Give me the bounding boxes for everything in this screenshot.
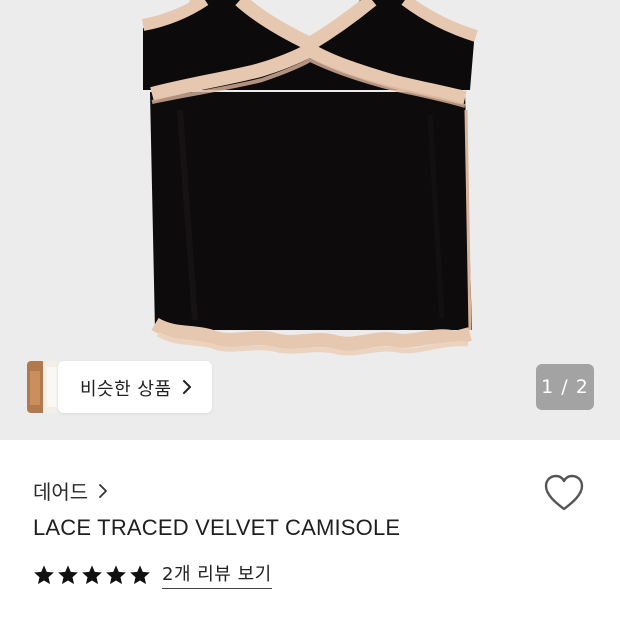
rating-row: 2개 리뷰 보기 [33, 560, 272, 589]
image-page-indicator: 1 / 2 [536, 364, 594, 410]
similar-products-button[interactable]: 비슷한 상품 [58, 361, 212, 413]
product-image-gallery[interactable]: 비슷한 상품 1 / 2 [0, 0, 620, 440]
star-filled-icon [130, 564, 150, 584]
star-filled-icon [82, 564, 102, 584]
heart-outline-icon[interactable] [543, 473, 585, 513]
similar-thumbnail-icon [27, 361, 61, 413]
product-title: LACE TRACED VELVET CAMISOLE [33, 515, 401, 540]
view-reviews-link[interactable]: 2개 리뷰 보기 [162, 560, 272, 589]
product-info: 데어드 LACE TRACED VELVET CAMISOLE 2개 리뷰 보기 [0, 440, 620, 620]
chevron-right-icon [183, 380, 191, 394]
similar-product-thumbnails[interactable] [27, 361, 61, 413]
chevron-right-icon [99, 483, 108, 498]
similar-products-label: 비슷한 상품 [80, 379, 172, 400]
star-rating [33, 564, 151, 586]
brand-link[interactable]: 데어드 [33, 476, 108, 505]
brand-name: 데어드 [33, 480, 89, 504]
star-filled-icon [106, 564, 126, 584]
product-detail-page: 비슷한 상품 1 / 2 데어드 LACE TRACED VELVET CAMI… [0, 0, 620, 620]
star-filled-icon [34, 564, 54, 584]
star-filled-icon [58, 564, 78, 584]
